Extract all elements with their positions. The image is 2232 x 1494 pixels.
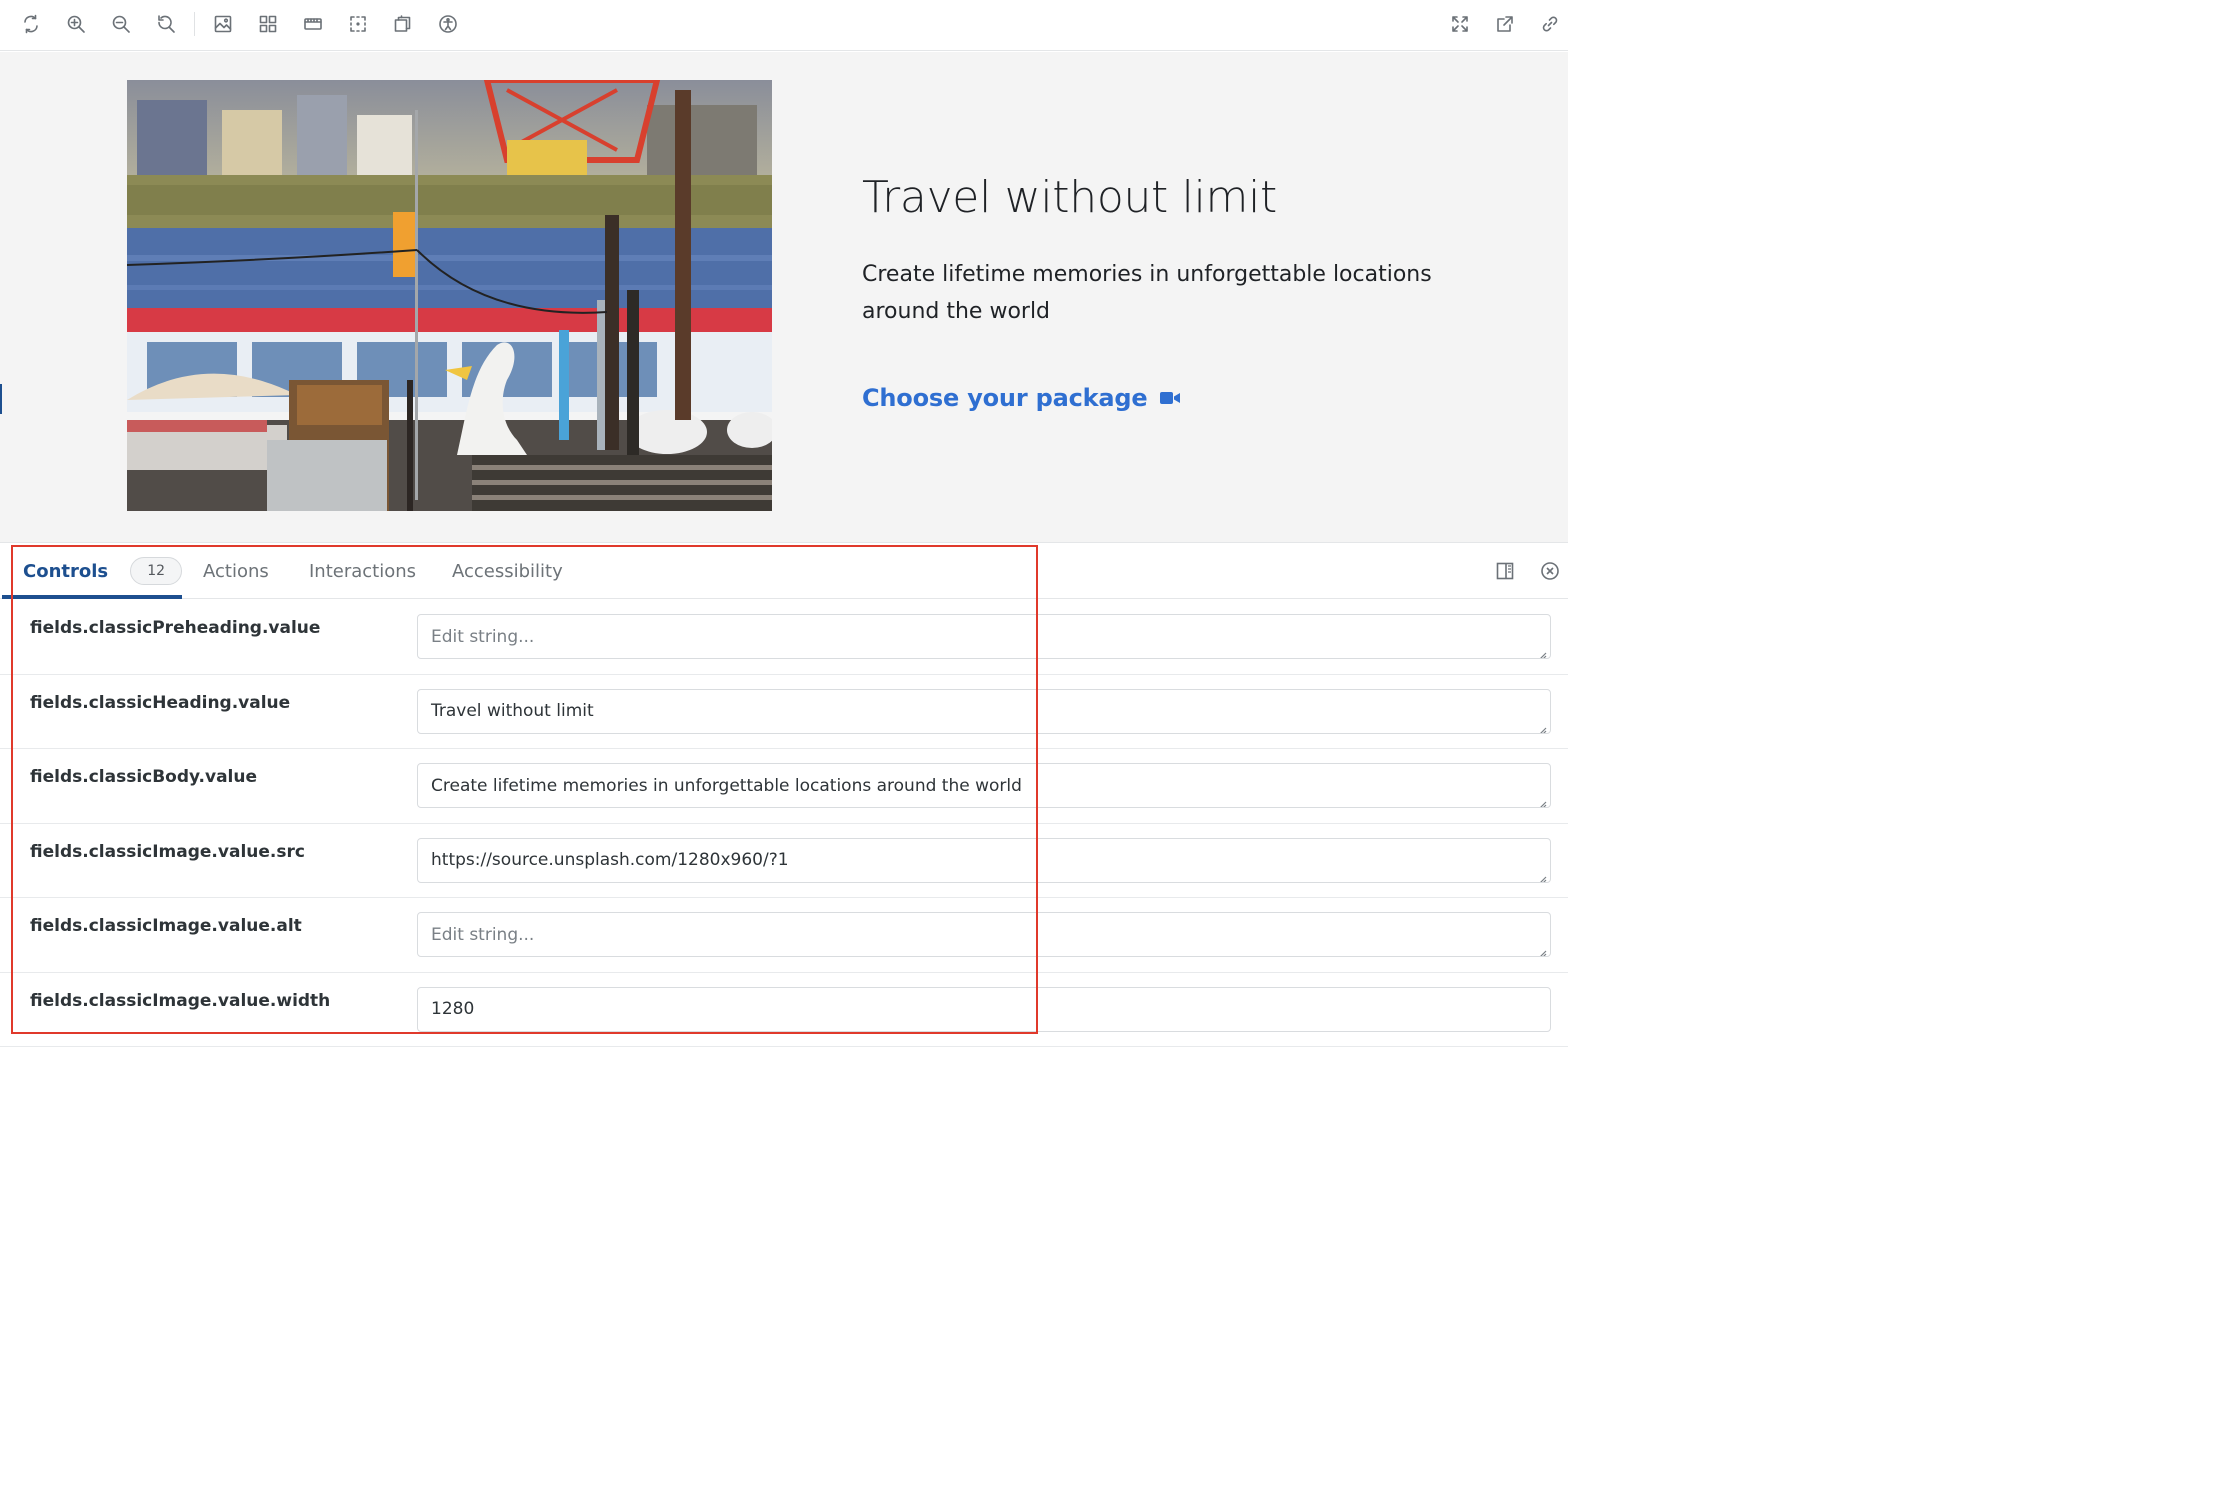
background-button[interactable] [209, 10, 237, 38]
zoom-out-button[interactable] [107, 10, 135, 38]
choose-package-link[interactable]: Choose your package [862, 384, 1181, 412]
control-label: fields.classicImage.value.width [30, 990, 331, 1011]
outline-button[interactable] [344, 10, 372, 38]
tab-accessibility[interactable]: Accessibility [452, 543, 563, 599]
close-panel-button[interactable] [1538, 559, 1562, 583]
outline-icon [350, 16, 366, 32]
viewport-button[interactable] [299, 10, 327, 38]
classic-body-input[interactable]: Create lifetime memories in unforgettabl… [417, 763, 1551, 808]
background-icon [214, 15, 232, 33]
tab-interactions[interactable]: Interactions [309, 543, 416, 599]
hero-heading: Travel without limit [862, 172, 1277, 223]
measure-icon [394, 15, 411, 32]
control-label: fields.classicBody.value [30, 767, 258, 787]
resize-handle-icon[interactable] [1537, 943, 1547, 956]
open-new-tab-icon [1497, 16, 1513, 32]
copy-link-icon [1542, 16, 1558, 32]
zoom-in-icon [67, 15, 85, 33]
addon-tabs: Controls 12 Actions Interactions Accessi… [0, 543, 1568, 599]
control-label: fields.classicImage.value.alt [30, 916, 302, 936]
toolbar-divider [194, 12, 195, 36]
control-label: fields.classicImage.value.src [30, 841, 305, 862]
tab-controls[interactable]: Controls 12 [23, 543, 183, 599]
reload-icon [24, 14, 38, 34]
copy-link-button[interactable] [1536, 10, 1564, 38]
grid-icon [259, 15, 277, 33]
tab-actions[interactable]: Actions [203, 543, 269, 599]
hero-image [127, 80, 772, 511]
tab-accessibility-label: Accessibility [452, 560, 563, 582]
classic-image-src-input[interactable]: https://source.unsplash.com/1280x960/?1 [417, 837, 1551, 883]
tab-controls-label: Controls [23, 560, 109, 582]
close-circle-icon [1541, 562, 1559, 580]
control-row: fields.classicPreheading.value Edit stri… [0, 600, 1568, 675]
choose-package-label: Choose your package [862, 384, 1148, 412]
accessibility-button[interactable] [434, 10, 462, 38]
resize-handle-icon[interactable] [1537, 645, 1547, 658]
classic-preheading-input[interactable]: Edit string... [417, 614, 1551, 659]
resize-handle-icon[interactable] [1537, 794, 1547, 807]
preview-edge-marker [0, 384, 2, 414]
tab-interactions-label: Interactions [309, 560, 417, 582]
video-camera-icon [1160, 392, 1181, 404]
sidebar-layout-icon [1496, 562, 1514, 580]
active-tab-indicator [2, 595, 182, 599]
zoom-reset-icon [158, 15, 175, 33]
control-row: fields.classicImage.value.width 1280 [0, 973, 1568, 1047]
accessibility-icon [439, 15, 457, 33]
addon-panel: Controls 12 Actions Interactions Accessi… [0, 542, 1568, 1050]
reload-button[interactable] [17, 10, 45, 38]
fullscreen-icon [1452, 16, 1468, 32]
resize-handle-icon[interactable] [1537, 720, 1547, 733]
control-row: fields.classicBody.value Create lifetime… [0, 749, 1568, 824]
controls-table: fields.classicPreheading.value Edit stri… [0, 600, 1568, 1047]
control-label: fields.classicHeading.value [30, 692, 291, 713]
classic-image-width-input[interactable]: 1280 [417, 986, 1551, 1032]
measure-button[interactable] [389, 10, 417, 38]
control-row: fields.classicImage.value.alt Edit strin… [0, 898, 1568, 973]
control-row: fields.classicHeading.value Travel witho… [0, 675, 1568, 749]
open-new-tab-button[interactable] [1491, 10, 1519, 38]
zoom-in-button[interactable] [62, 10, 90, 38]
viewport-icon [304, 18, 322, 30]
control-label: fields.classicPreheading.value [30, 618, 321, 638]
control-row: fields.classicImage.value.src https://so… [0, 824, 1568, 898]
hero-body: Create lifetime memories in unforgettabl… [862, 262, 1432, 324]
classic-heading-input[interactable]: Travel without limit [417, 688, 1551, 734]
zoom-out-icon [112, 15, 130, 33]
classic-image-alt-input[interactable]: Edit string... [417, 912, 1551, 957]
tab-actions-label: Actions [203, 560, 269, 582]
zoom-reset-button[interactable] [152, 10, 180, 38]
controls-count-badge: 12 [130, 557, 183, 585]
resize-handle-icon[interactable] [1537, 869, 1547, 882]
grid-button[interactable] [254, 10, 282, 38]
storybook-toolbar [0, 0, 1568, 51]
fullscreen-button[interactable] [1446, 10, 1474, 38]
panel-orientation-button[interactable] [1493, 559, 1517, 583]
